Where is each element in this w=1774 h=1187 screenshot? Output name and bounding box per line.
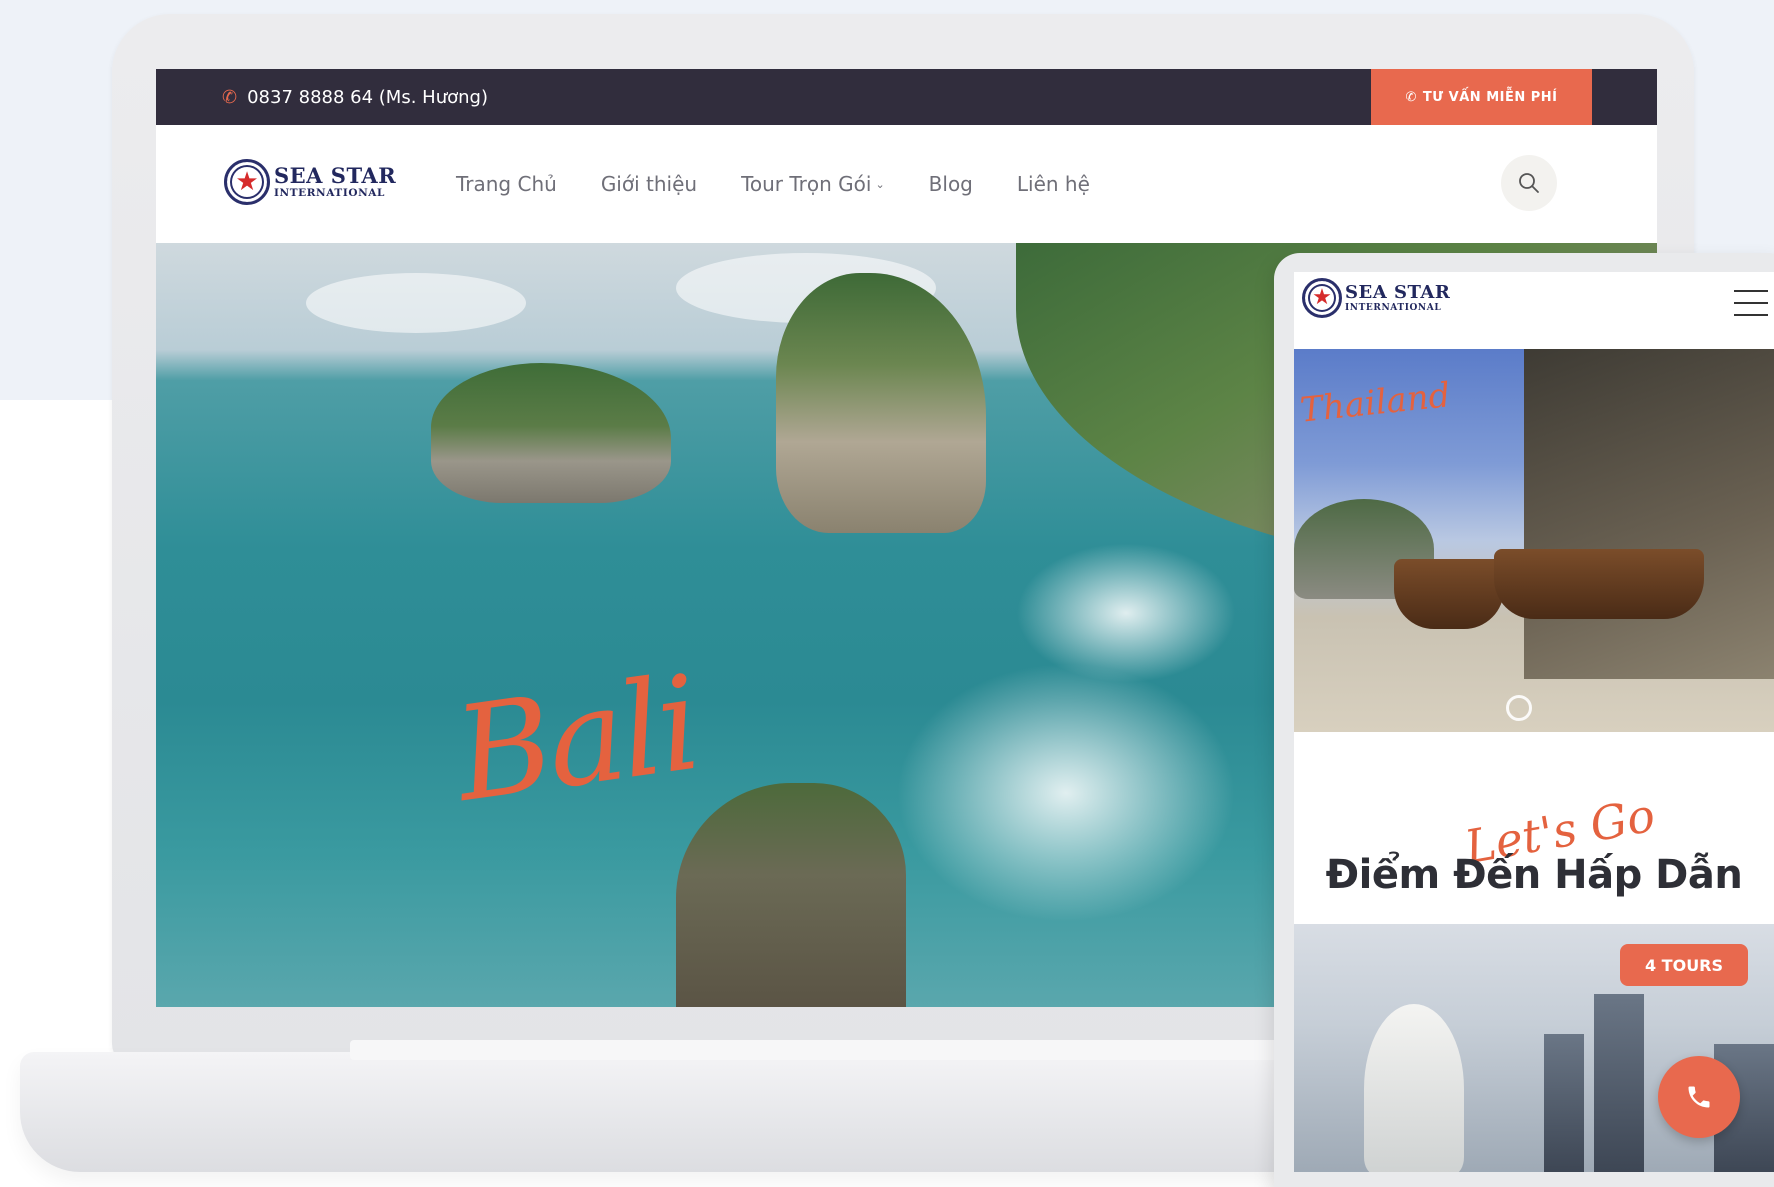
- rock-foreground: [676, 783, 906, 1007]
- free-consult-label: TƯ VẤN MIỄN PHÍ: [1422, 89, 1558, 105]
- contact-phone[interactable]: ✆ 0837 8888 64 (Ms. Hương): [222, 69, 488, 125]
- longtail-boat: [1394, 559, 1504, 629]
- logo-line-2: INTERNATIONAL: [274, 187, 386, 200]
- logo-line-1: SEA STAR: [1345, 281, 1451, 303]
- search-icon: [1519, 173, 1539, 193]
- nav-item-blog[interactable]: Blog: [929, 172, 973, 196]
- contact-phone-text: 0837 8888 64 (Ms. Hương): [247, 86, 488, 108]
- nav-item-label: Trang Chủ: [456, 172, 557, 196]
- rock-island: [776, 273, 986, 533]
- mobile-screen: ★ SEA STAR INTERNATIONAL Thailand Let's …: [1294, 272, 1774, 1172]
- tours-count-badge: 4 TOURS: [1620, 944, 1748, 986]
- mobile-hero-slide: Thailand: [1294, 349, 1774, 732]
- mobile-header: ★ SEA STAR INTERNATIONAL: [1294, 272, 1774, 349]
- nav-item-label: Tour Trọn Gói: [741, 172, 872, 196]
- section-title: Điểm Đến Hấp Dẫn: [1325, 852, 1743, 898]
- laptop-base-lip: [350, 1040, 1280, 1060]
- phone-ring-icon: ✆: [1405, 89, 1417, 105]
- search-button[interactable]: [1501, 155, 1557, 211]
- top-contact-bar: ✆ 0837 8888 64 (Ms. Hương) ✆ TƯ VẤN MIỄN…: [156, 69, 1657, 125]
- nav-item-contact[interactable]: Liên hệ: [1017, 172, 1090, 196]
- star-logo-icon: ★: [224, 159, 270, 205]
- cloud: [306, 273, 526, 333]
- surf-foam: [896, 663, 1236, 923]
- surf-foam: [1016, 543, 1236, 683]
- logo-line-2: INTERNATIONAL: [1345, 302, 1442, 313]
- karst-cliff-image: [1524, 349, 1774, 679]
- slider-dot[interactable]: [1506, 695, 1532, 721]
- building: [1544, 1034, 1584, 1172]
- main-navbar: ★ SEA STAR INTERNATIONAL Trang Chủ Giới …: [156, 125, 1657, 243]
- nav-item-label: Blog: [928, 172, 973, 196]
- longtail-boat: [1494, 549, 1704, 619]
- hero-script-title: Bali: [446, 647, 706, 831]
- call-button[interactable]: [1658, 1056, 1740, 1138]
- phone-icon: [1688, 1086, 1710, 1108]
- nav-menu: Trang Chủ Giới thiệu Tour Trọn Gói ⌄ Blo…: [456, 125, 1134, 243]
- building: [1594, 994, 1644, 1172]
- hamburger-icon[interactable]: [1734, 290, 1768, 316]
- nav-item-label: Giới thiệu: [600, 172, 698, 196]
- nav-item-package-tours[interactable]: Tour Trọn Gói ⌄: [741, 172, 885, 196]
- nav-item-home[interactable]: Trang Chủ: [456, 172, 557, 196]
- star-logo-icon: ★: [1302, 278, 1342, 318]
- chevron-down-icon: ⌄: [875, 177, 885, 191]
- slide-script-title: Thailand: [1298, 375, 1453, 431]
- nav-item-about[interactable]: Giới thiệu: [601, 172, 697, 196]
- site-logo[interactable]: ★ SEA STAR INTERNATIONAL: [224, 159, 396, 205]
- phone-ring-icon: ✆: [222, 86, 238, 108]
- free-consult-button[interactable]: ✆ TƯ VẤN MIỄN PHÍ: [1371, 69, 1592, 125]
- nav-item-label: Liên hệ: [1016, 172, 1090, 196]
- logo-line-1: SEA STAR: [274, 163, 397, 189]
- mobile-site-logo[interactable]: ★ SEA STAR INTERNATIONAL: [1302, 278, 1450, 318]
- rock-island: [431, 363, 671, 503]
- merlion-statue: [1364, 1004, 1464, 1172]
